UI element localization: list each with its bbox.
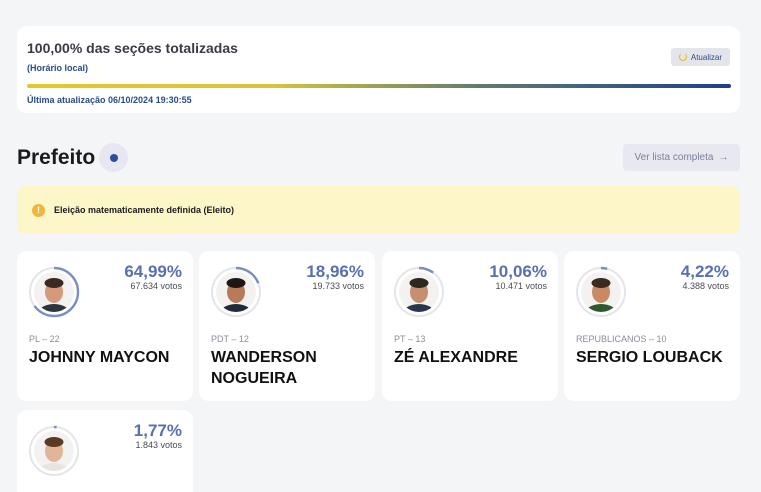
candidate-photo: [574, 265, 628, 319]
candidate-card[interactable]: 1,77% 1.843 votos: [17, 410, 193, 492]
refresh-button[interactable]: Atualizar: [670, 48, 730, 66]
party-number: PL – 22: [29, 334, 60, 344]
candidate-name: ZÉ ALEXANDRE: [394, 349, 518, 366]
vote-percentage: 1,77%: [133, 421, 182, 440]
candidate-photo: [209, 265, 263, 319]
candidate-portrait: [393, 266, 445, 318]
page-title: Prefeito: [17, 146, 96, 169]
full-list-button[interactable]: Ver lista completa →: [623, 144, 740, 171]
vote-count: 4.388 votos: [682, 281, 729, 291]
candidate-card[interactable]: 4,22% 4.388 votos REPUBLICANOS – 10 SERG…: [564, 251, 740, 401]
candidate-name: WANDERSON NOGUEIRA: [211, 349, 317, 387]
totalization-status: 100,00% das seções totalizadas: [27, 40, 238, 56]
candidate-name: SERGIO LOUBACK: [576, 349, 723, 366]
vote-percentage: 10,06%: [489, 262, 547, 281]
vote-percentage: 64,99%: [124, 262, 182, 281]
vote-count: 19.733 votos: [312, 281, 364, 291]
notice-text: Eleição matematicamente definida (Eleito…: [54, 205, 235, 215]
candidate-portrait: [210, 266, 262, 318]
totalization-progress-bar: [27, 84, 731, 88]
warning-icon: !: [32, 203, 45, 217]
vote-count: 1.843 votos: [135, 440, 182, 450]
vote-count: 10.471 votos: [495, 281, 547, 291]
refresh-icon: [678, 53, 687, 61]
candidate-card[interactable]: 10,06% 10.471 votos PT – 13 ZÉ ALEXANDRE: [382, 251, 558, 401]
candidate-card[interactable]: 18,96% 19.733 votos PDT – 12 WANDERSON N…: [199, 251, 375, 401]
candidate-photo: [27, 424, 81, 478]
candidate-photo: [392, 265, 446, 319]
vote-percentage: 18,96%: [306, 262, 364, 281]
candidate-portrait: [575, 266, 627, 318]
party-number: REPUBLICANOS – 10: [576, 334, 667, 344]
election-notice: ! Eleição matematicamente definida (Elei…: [17, 186, 740, 234]
vote-percentage: 4,22%: [680, 262, 729, 281]
info-icon[interactable]: [99, 143, 128, 172]
candidate-card[interactable]: 64,99% 67.634 votos PL – 22 JOHNNY MAYCO…: [17, 251, 193, 401]
candidate-portrait: [28, 266, 80, 318]
candidate-name: JOHNNY MAYCON: [29, 349, 170, 366]
party-number: PDT – 12: [211, 334, 249, 344]
status-card: 100,00% das seções totalizadas (Horário …: [17, 26, 740, 113]
local-time-label: (Horário local): [27, 63, 89, 73]
candidate-portrait: [28, 425, 80, 477]
refresh-label: Atualizar: [690, 52, 722, 62]
arrow-right-icon: →: [718, 152, 729, 163]
last-update: Última atualização 06/10/2024 19:30:55: [27, 95, 192, 105]
candidate-photo: [27, 265, 81, 319]
vote-count: 67.634 votos: [130, 281, 182, 291]
full-list-label: Ver lista completa: [634, 152, 714, 163]
party-number: PT – 13: [394, 334, 426, 344]
